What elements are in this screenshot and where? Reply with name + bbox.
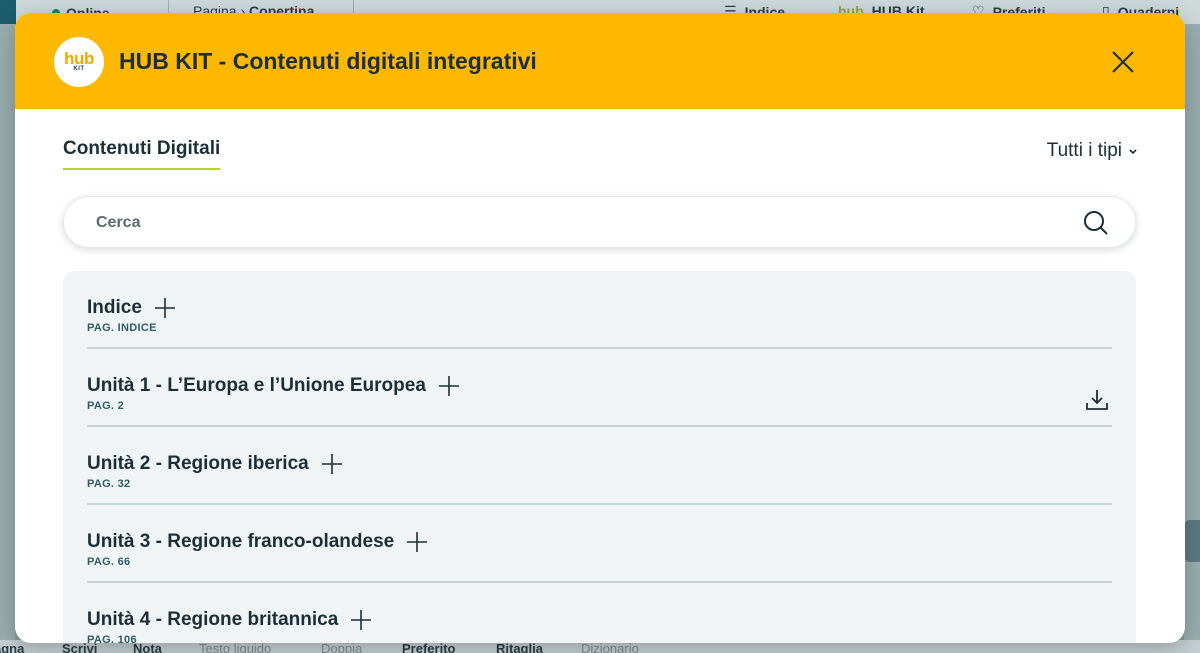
list-item-label: Unità 4 - Regione britannica [87, 609, 339, 630]
search-icon[interactable] [1082, 209, 1110, 237]
list-item-label: Unità 3 - Regione franco-olandese [87, 531, 395, 552]
list-item[interactable]: Unità 2 - Regione iberica PAG. 32 [87, 427, 1112, 505]
list-item-title: Indice [87, 297, 176, 319]
home-icon[interactable] [0, 0, 16, 24]
plus-icon[interactable] [438, 375, 460, 397]
type-filter-label: Tutti i tipi [1046, 140, 1122, 161]
plus-icon[interactable] [350, 609, 372, 631]
type-filter-dropdown[interactable]: Tutti i tipi [1047, 140, 1138, 162]
contents-list: Indice PAG. INDICE Unità 1 - L’Europa e … [63, 271, 1136, 643]
logo-subtext: KIT [73, 66, 85, 72]
list-item-label: Indice [87, 297, 142, 318]
tabs-row: Contenuti Digitali Tutti i tipi [63, 138, 1138, 178]
list-item-label: Unità 1 - L’Europa e l’Unione Europea [87, 375, 426, 396]
logo-text: hub [64, 49, 94, 68]
hub-kit-logo: hub KIT [54, 37, 104, 87]
list-item-page: PAG. INDICE [87, 322, 157, 334]
modal-header: hub KIT HUB KIT - Contenuti digitali int… [15, 13, 1185, 109]
close-icon[interactable] [1108, 47, 1138, 77]
list-item-page: PAG. 32 [87, 478, 131, 490]
list-item[interactable]: Unità 1 - L’Europa e l’Unione Europea PA… [87, 349, 1112, 427]
list-item-title: Unità 1 - L’Europa e l’Unione Europea [87, 375, 460, 397]
search-bar [63, 196, 1136, 248]
list-item-title: Unità 3 - Regione franco-olandese [87, 531, 428, 553]
tab-contenuti-digitali[interactable]: Contenuti Digitali [63, 138, 221, 170]
list-item[interactable]: Indice PAG. INDICE [87, 271, 1112, 349]
plus-icon[interactable] [406, 531, 428, 553]
plus-icon[interactable] [154, 297, 176, 319]
tool-pagina[interactable]: agna [0, 641, 24, 653]
modal-title: HUB KIT - Contenuti digitali integrativi [119, 48, 537, 74]
list-item-title: Unità 2 - Regione iberica [87, 453, 343, 475]
list-item-page: PAG. 2 [87, 400, 125, 412]
background-left-panel [0, 24, 15, 644]
list-item-page: PAG. 106 [87, 634, 137, 643]
list-item[interactable]: Unità 3 - Regione franco-olandese PAG. 6… [87, 505, 1112, 583]
list-item-title: Unità 4 - Regione britannica [87, 609, 372, 631]
plus-icon[interactable] [321, 453, 343, 475]
list-item-page: PAG. 66 [87, 556, 131, 568]
hub-kit-modal: hub KIT HUB KIT - Contenuti digitali int… [15, 13, 1185, 643]
list-item[interactable]: Unità 4 - Regione britannica PAG. 106 [87, 583, 1112, 643]
search-input[interactable] [96, 211, 1056, 235]
chevron-down-icon [1129, 149, 1137, 155]
side-panel-toggle[interactable] [1184, 520, 1200, 562]
list-item-label: Unità 2 - Regione iberica [87, 453, 309, 474]
download-icon[interactable] [1084, 387, 1110, 413]
